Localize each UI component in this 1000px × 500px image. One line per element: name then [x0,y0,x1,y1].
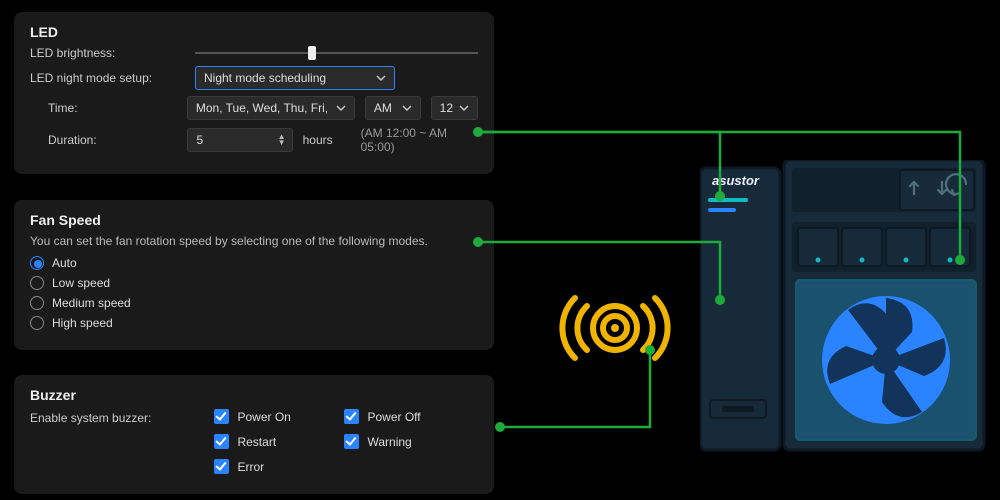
days-value: Mon, Tue, Wed, Thu, Fri, Sat, Sun [196,101,330,115]
buzzer-checkbox-power-off[interactable]: Power Off [344,409,474,424]
buzzer-checkbox-restart[interactable]: Restart [214,434,344,449]
fan-option-label: Auto [52,256,77,270]
night-mode-value: Night mode scheduling [204,71,326,85]
led-panel: LED LED brightness: LED night mode setup… [14,12,494,174]
fan-title: Fan Speed [30,212,478,228]
fan-option-high-speed[interactable]: High speed [30,316,478,330]
hour-select[interactable]: 12 [431,96,478,120]
time-label: Time: [30,101,187,115]
stepper-arrows-icon[interactable]: ▲▼ [278,134,286,146]
buzzer-checkbox-error[interactable]: Error [214,459,344,474]
days-select[interactable]: Mon, Tue, Wed, Thu, Fri, Sat, Sun [187,96,355,120]
fan-option-label: Medium speed [52,296,131,310]
fan-option-low-speed[interactable]: Low speed [30,276,478,290]
buzzer-checkbox-label: Power Off [367,410,420,424]
checkbox-icon [344,409,359,424]
chevron-down-icon [402,105,412,111]
checkbox-icon [214,459,229,474]
radio-icon [30,296,44,310]
brightness-slider[interactable] [195,46,478,60]
buzzer-panel: Buzzer Enable system buzzer: Power On Pow… [14,375,494,494]
slider-thumb[interactable] [308,46,316,60]
duration-unit: hours [303,133,333,147]
fan-option-label: High speed [52,316,113,330]
fan-option-auto[interactable]: Auto [30,256,478,270]
chevron-down-icon [459,105,469,111]
radio-icon [30,256,44,270]
checkbox-icon [214,409,229,424]
fan-option-label: Low speed [52,276,110,290]
ampm-select[interactable]: AM [365,96,421,120]
buzzer-checkbox-warning[interactable]: Warning [344,434,474,449]
buzzer-enable-label: Enable system buzzer: [30,409,214,425]
duration-label: Duration: [30,133,187,147]
duration-value: 5 [196,133,203,147]
buzzer-checkbox-label: Error [237,460,264,474]
chevron-down-icon [336,105,346,111]
buzzer-checkbox-label: Warning [367,435,411,449]
hour-value: 12 [440,101,453,115]
nas-device-illustration: asustor [700,160,990,460]
fan-desc: You can set the fan rotation speed by se… [30,234,478,248]
radio-icon [30,316,44,330]
buzzer-checkbox-label: Restart [237,435,276,449]
fan-panel: Fan Speed You can set the fan rotation s… [14,200,494,350]
chevron-down-icon [376,75,386,81]
ampm-value: AM [374,101,392,115]
radio-icon [30,276,44,290]
checkbox-icon [344,434,359,449]
buzzer-title: Buzzer [30,387,478,403]
brightness-label: LED brightness: [30,46,195,60]
duration-stepper[interactable]: 5 ▲▼ [187,128,292,152]
fan-option-medium-speed[interactable]: Medium speed [30,296,478,310]
checkbox-icon [214,434,229,449]
night-mode-label: LED night mode setup: [30,71,195,85]
led-title: LED [30,24,478,40]
night-mode-select[interactable]: Night mode scheduling [195,66,395,90]
buzzer-checkbox-label: Power On [237,410,290,424]
duration-hint: (AM 12:00 ~ AM 05:00) [361,126,478,154]
brand-text: asustor [712,173,760,188]
buzzer-checkbox-power-on[interactable]: Power On [214,409,344,424]
buzzer-wave-icon [535,278,695,378]
